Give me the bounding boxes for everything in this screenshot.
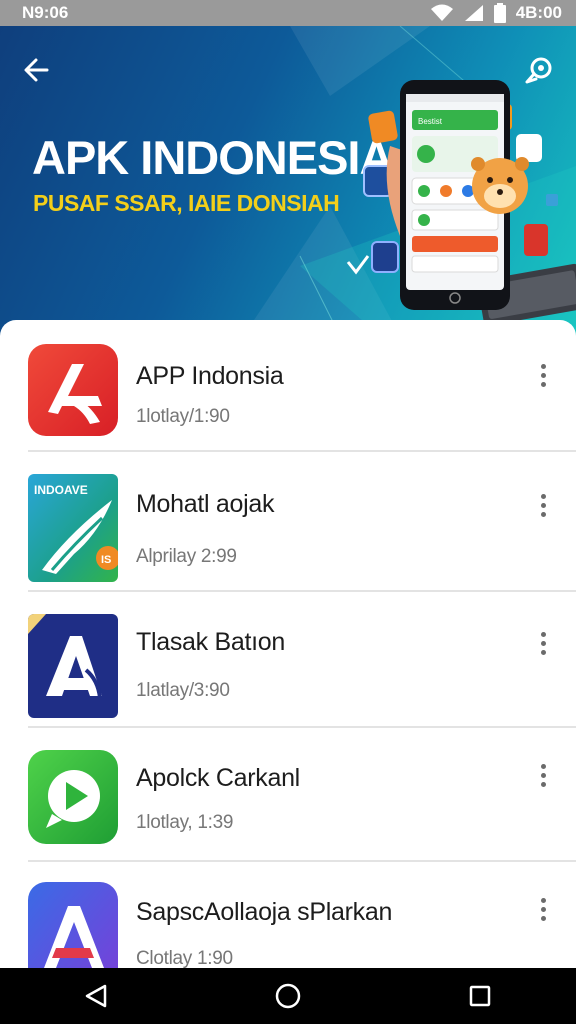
header-banner: APK INDONESIA PUSAF SSAR, IAIE DONSIAH B… <box>0 26 576 336</box>
signal-icon <box>464 4 484 22</box>
more-options-button[interactable] <box>528 626 558 660</box>
status-bar: N9:06 4B:00 <box>0 0 576 26</box>
app-meta: 1lotlay, 1:39 <box>136 812 234 833</box>
indoave-icon: INDOAVE IS <box>28 474 118 582</box>
play-chat-icon <box>28 750 118 844</box>
more-options-button[interactable] <box>528 758 558 792</box>
list-item[interactable]: APP Indonsia 1lotlay/1:90 <box>0 320 576 452</box>
battery-icon <box>493 3 506 23</box>
svg-text:IS: IS <box>101 554 111 566</box>
svg-text:Bestist: Bestist <box>418 117 443 126</box>
system-nav-bar <box>0 968 576 1024</box>
banner-subtitle: PUSAF SSAR, IAIE DONSIAH <box>33 190 340 216</box>
app-list: APP Indonsia 1lotlay/1:90 INDOAVE IS Moh… <box>0 320 576 968</box>
app-meta: Clotlay 1:90 <box>136 948 233 968</box>
list-item[interactable]: Apolck Carkanl 1lotlay, 1:39 <box>0 728 576 862</box>
more-options-button[interactable] <box>528 488 558 522</box>
list-item[interactable]: Tlasak Batıon 1latlay/3:90 <box>0 592 576 728</box>
app-name: Tlasak Batıon <box>136 628 285 656</box>
banner-title: APK INDONESIA <box>32 131 393 184</box>
app-meta: 1latlay/3:90 <box>136 680 230 701</box>
phone-illustration: Bestist <box>363 80 576 326</box>
nav-home-button[interactable] <box>258 971 318 1021</box>
recents-square-icon <box>469 985 491 1007</box>
app-name: APP Indonsia <box>136 362 284 390</box>
nav-back-button[interactable] <box>66 971 126 1021</box>
app-a-purple-icon <box>28 882 118 968</box>
app-a-navy-icon <box>28 614 118 718</box>
status-clock: 4B:00 <box>515 3 562 22</box>
list-item[interactable]: INDOAVE IS Mohatl aojak Alprilay 2:99 <box>0 452 576 592</box>
more-options-button[interactable] <box>528 892 558 926</box>
back-arrow-icon <box>24 58 49 82</box>
nav-recents-button[interactable] <box>450 971 510 1021</box>
svg-text:INDOAVE: INDOAVE <box>34 483 88 497</box>
status-time: N9:06 <box>22 3 69 22</box>
app-meta: 1lotlay/1:90 <box>136 406 230 427</box>
status-icons: 4B:00 <box>430 3 562 23</box>
app-name: Mohatl aojak <box>136 490 275 518</box>
more-options-button[interactable] <box>528 358 558 392</box>
wifi-icon <box>430 4 454 22</box>
app-a-red-icon <box>28 344 118 436</box>
back-button[interactable] <box>18 52 54 88</box>
app-name: Apolck Carkanl <box>136 764 300 792</box>
home-circle-icon <box>275 983 301 1009</box>
app-meta: Alprilay 2:99 <box>136 546 237 567</box>
list-item[interactable]: SapscAollaoja sPlarkan Clotlay 1:90 <box>0 862 576 968</box>
app-name: SapscAollaoja sPlarkan <box>136 898 393 926</box>
back-triangle-icon <box>85 984 107 1008</box>
